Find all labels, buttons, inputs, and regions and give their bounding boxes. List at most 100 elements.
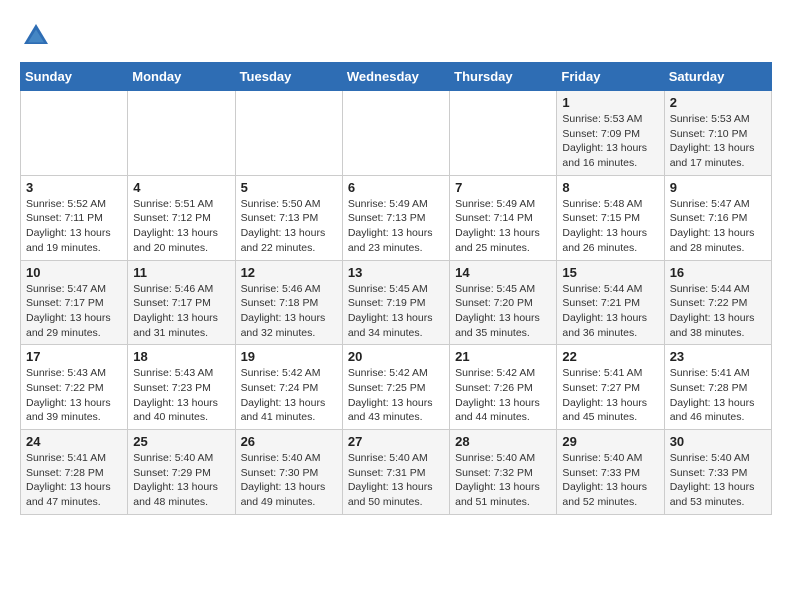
weekday-header-friday: Friday — [557, 63, 664, 91]
day-info: Sunrise: 5:42 AM Sunset: 7:25 PM Dayligh… — [348, 366, 444, 425]
day-info: Sunrise: 5:49 AM Sunset: 7:13 PM Dayligh… — [348, 197, 444, 256]
calendar-cell: 6 Sunrise: 5:49 AM Sunset: 7:13 PM Daylig… — [342, 175, 449, 260]
calendar-cell: 23 Sunrise: 5:41 AM Sunset: 7:28 PM Dayli… — [664, 345, 771, 430]
day-info: Sunrise: 5:40 AM Sunset: 7:32 PM Dayligh… — [455, 451, 551, 510]
day-info: Sunrise: 5:40 AM Sunset: 7:30 PM Dayligh… — [241, 451, 337, 510]
weekday-row: SundayMondayTuesdayWednesdayThursdayFrid… — [21, 63, 772, 91]
day-number: 27 — [348, 434, 444, 449]
day-number: 10 — [26, 265, 122, 280]
day-info: Sunrise: 5:41 AM Sunset: 7:27 PM Dayligh… — [562, 366, 658, 425]
day-number: 14 — [455, 265, 551, 280]
day-info: Sunrise: 5:51 AM Sunset: 7:12 PM Dayligh… — [133, 197, 229, 256]
day-number: 8 — [562, 180, 658, 195]
calendar-cell: 9Sunrise: 5:47 AM Sunset: 7:16 PM Daylig… — [664, 175, 771, 260]
weekday-header-saturday: Saturday — [664, 63, 771, 91]
calendar-body: 1 Sunrise: 5:53 AM Sunset: 7:09 PM Daylig… — [21, 91, 772, 515]
logo-icon — [20, 20, 52, 52]
day-number: 18 — [133, 349, 229, 364]
calendar-cell — [450, 91, 557, 176]
day-number: 11 — [133, 265, 229, 280]
day-info: Sunrise: 5:48 AM Sunset: 7:15 PM Dayligh… — [562, 197, 658, 256]
day-number: 9 — [670, 180, 766, 195]
calendar-cell: 18Sunrise: 5:43 AM Sunset: 7:23 PM Dayli… — [128, 345, 235, 430]
day-number: 15 — [562, 265, 658, 280]
day-number: 1 — [562, 95, 658, 110]
day-info: Sunrise: 5:41 AM Sunset: 7:28 PM Dayligh… — [26, 451, 122, 510]
calendar-table: SundayMondayTuesdayWednesdayThursdayFrid… — [20, 62, 772, 515]
day-number: 28 — [455, 434, 551, 449]
day-number: 23 — [670, 349, 766, 364]
calendar-cell: 20 Sunrise: 5:42 AM Sunset: 7:25 PM Dayli… — [342, 345, 449, 430]
logo — [20, 20, 56, 52]
day-number: 19 — [241, 349, 337, 364]
weekday-header-wednesday: Wednesday — [342, 63, 449, 91]
calendar-week-2: 3 Sunrise: 5:52 AM Sunset: 7:11 PM Daylig… — [21, 175, 772, 260]
day-info: Sunrise: 5:45 AM Sunset: 7:20 PM Dayligh… — [455, 282, 551, 341]
calendar-cell: 25 Sunrise: 5:40 AM Sunset: 7:29 PM Dayli… — [128, 430, 235, 515]
day-number: 20 — [348, 349, 444, 364]
calendar-cell: 4 Sunrise: 5:51 AM Sunset: 7:12 PM Daylig… — [128, 175, 235, 260]
calendar-cell: 15Sunrise: 5:44 AM Sunset: 7:21 PM Dayli… — [557, 260, 664, 345]
calendar-cell: 12 Sunrise: 5:46 AM Sunset: 7:18 PM Dayli… — [235, 260, 342, 345]
day-number: 24 — [26, 434, 122, 449]
calendar-cell: 8 Sunrise: 5:48 AM Sunset: 7:15 PM Daylig… — [557, 175, 664, 260]
calendar-cell — [128, 91, 235, 176]
weekday-header-sunday: Sunday — [21, 63, 128, 91]
calendar-cell: 10 Sunrise: 5:47 AM Sunset: 7:17 PM Dayli… — [21, 260, 128, 345]
calendar-cell — [235, 91, 342, 176]
calendar-cell: 16 Sunrise: 5:44 AM Sunset: 7:22 PM Dayli… — [664, 260, 771, 345]
day-number: 13 — [348, 265, 444, 280]
calendar-cell: 27Sunrise: 5:40 AM Sunset: 7:31 PM Dayli… — [342, 430, 449, 515]
calendar-cell: 17Sunrise: 5:43 AM Sunset: 7:22 PM Dayli… — [21, 345, 128, 430]
day-info: Sunrise: 5:41 AM Sunset: 7:28 PM Dayligh… — [670, 366, 766, 425]
weekday-header-monday: Monday — [128, 63, 235, 91]
day-number: 12 — [241, 265, 337, 280]
day-number: 26 — [241, 434, 337, 449]
calendar-cell: 24 Sunrise: 5:41 AM Sunset: 7:28 PM Dayli… — [21, 430, 128, 515]
calendar-week-4: 17Sunrise: 5:43 AM Sunset: 7:22 PM Dayli… — [21, 345, 772, 430]
day-info: Sunrise: 5:44 AM Sunset: 7:22 PM Dayligh… — [670, 282, 766, 341]
calendar-cell: 13 Sunrise: 5:45 AM Sunset: 7:19 PM Dayli… — [342, 260, 449, 345]
day-number: 2 — [670, 95, 766, 110]
day-number: 6 — [348, 180, 444, 195]
day-number: 25 — [133, 434, 229, 449]
day-number: 21 — [455, 349, 551, 364]
weekday-header-thursday: Thursday — [450, 63, 557, 91]
day-info: Sunrise: 5:42 AM Sunset: 7:26 PM Dayligh… — [455, 366, 551, 425]
day-number: 29 — [562, 434, 658, 449]
calendar-cell: 11 Sunrise: 5:46 AM Sunset: 7:17 PM Dayli… — [128, 260, 235, 345]
weekday-header-tuesday: Tuesday — [235, 63, 342, 91]
day-number: 4 — [133, 180, 229, 195]
calendar-cell: 5 Sunrise: 5:50 AM Sunset: 7:13 PM Daylig… — [235, 175, 342, 260]
day-info: Sunrise: 5:40 AM Sunset: 7:29 PM Dayligh… — [133, 451, 229, 510]
calendar-week-3: 10 Sunrise: 5:47 AM Sunset: 7:17 PM Dayli… — [21, 260, 772, 345]
day-number: 16 — [670, 265, 766, 280]
calendar-cell: 14 Sunrise: 5:45 AM Sunset: 7:20 PM Dayli… — [450, 260, 557, 345]
calendar-cell: 7Sunrise: 5:49 AM Sunset: 7:14 PM Daylig… — [450, 175, 557, 260]
day-info: Sunrise: 5:45 AM Sunset: 7:19 PM Dayligh… — [348, 282, 444, 341]
calendar-cell: 26 Sunrise: 5:40 AM Sunset: 7:30 PM Dayli… — [235, 430, 342, 515]
day-number: 5 — [241, 180, 337, 195]
day-info: Sunrise: 5:53 AM Sunset: 7:09 PM Dayligh… — [562, 112, 658, 171]
day-info: Sunrise: 5:40 AM Sunset: 7:33 PM Dayligh… — [670, 451, 766, 510]
day-info: Sunrise: 5:46 AM Sunset: 7:17 PM Dayligh… — [133, 282, 229, 341]
day-info: Sunrise: 5:53 AM Sunset: 7:10 PM Dayligh… — [670, 112, 766, 171]
calendar-cell: 21 Sunrise: 5:42 AM Sunset: 7:26 PM Dayli… — [450, 345, 557, 430]
calendar-cell: 3 Sunrise: 5:52 AM Sunset: 7:11 PM Daylig… — [21, 175, 128, 260]
day-number: 7 — [455, 180, 551, 195]
calendar-cell: 29Sunrise: 5:40 AM Sunset: 7:33 PM Dayli… — [557, 430, 664, 515]
calendar-cell — [342, 91, 449, 176]
calendar-cell: 1 Sunrise: 5:53 AM Sunset: 7:09 PM Daylig… — [557, 91, 664, 176]
day-number: 17 — [26, 349, 122, 364]
day-number: 3 — [26, 180, 122, 195]
calendar-week-1: 1 Sunrise: 5:53 AM Sunset: 7:09 PM Daylig… — [21, 91, 772, 176]
day-number: 22 — [562, 349, 658, 364]
day-info: Sunrise: 5:42 AM Sunset: 7:24 PM Dayligh… — [241, 366, 337, 425]
day-info: Sunrise: 5:47 AM Sunset: 7:17 PM Dayligh… — [26, 282, 122, 341]
page-header — [20, 20, 772, 52]
day-info: Sunrise: 5:50 AM Sunset: 7:13 PM Dayligh… — [241, 197, 337, 256]
day-info: Sunrise: 5:52 AM Sunset: 7:11 PM Dayligh… — [26, 197, 122, 256]
day-info: Sunrise: 5:46 AM Sunset: 7:18 PM Dayligh… — [241, 282, 337, 341]
calendar-week-5: 24 Sunrise: 5:41 AM Sunset: 7:28 PM Dayli… — [21, 430, 772, 515]
calendar-cell: 19 Sunrise: 5:42 AM Sunset: 7:24 PM Dayli… — [235, 345, 342, 430]
